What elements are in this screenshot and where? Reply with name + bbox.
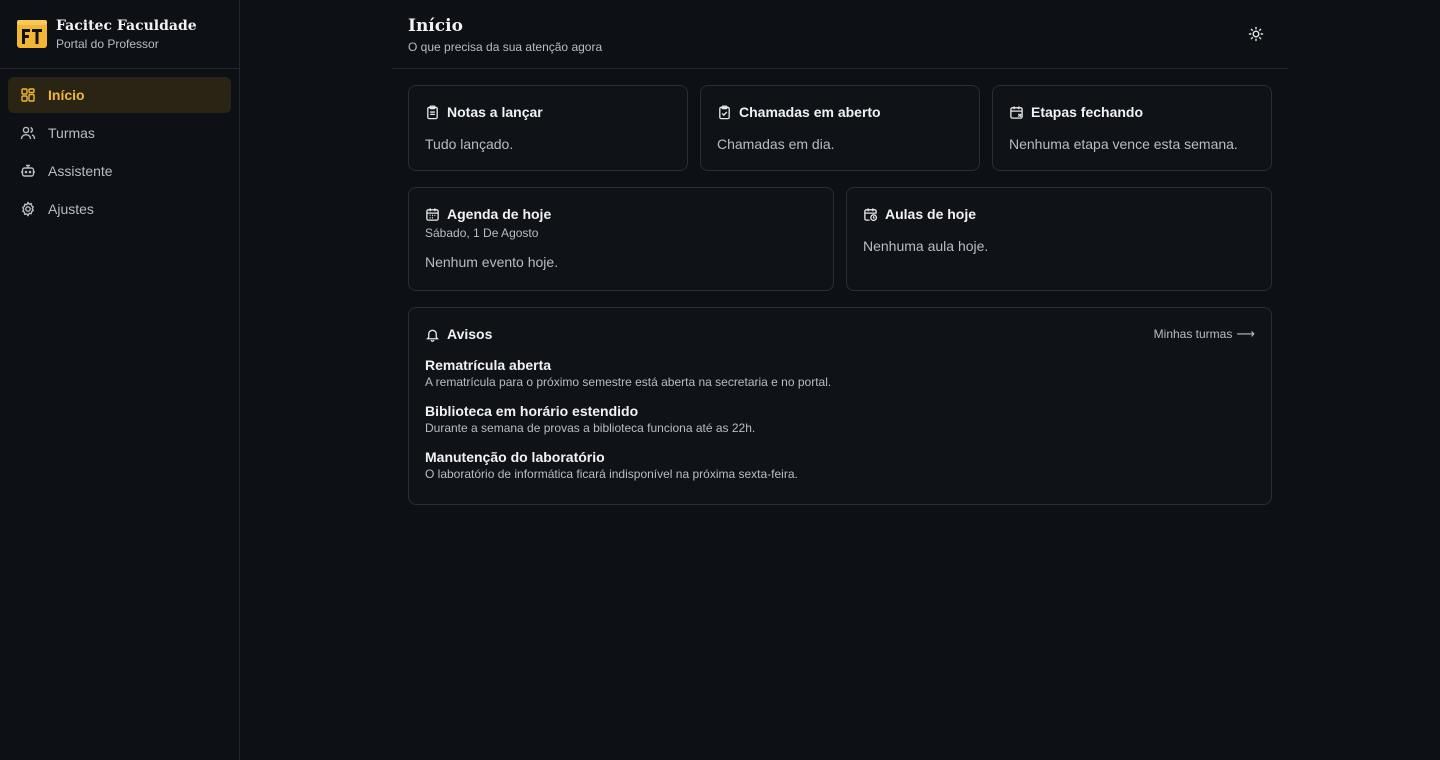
dashboard-grid: Notas a lançar Tudo lançado. Chamadas em… xyxy=(392,69,1288,521)
card-title: Agenda de hoje xyxy=(447,206,552,222)
bot-icon xyxy=(21,164,35,177)
sidebar-item-label: Início xyxy=(48,87,85,103)
theme-toggle-button[interactable] xyxy=(1240,18,1272,50)
grid-icon xyxy=(21,88,35,102)
card-body: Nenhuma aula hoje. xyxy=(863,238,989,254)
aviso-item[interactable]: Biblioteca em horário estendido Durante … xyxy=(425,402,1255,436)
aviso-item[interactable]: Manutenção do laboratório O laboratório … xyxy=(425,448,1255,482)
card-body: Nenhum evento hoje. xyxy=(425,254,559,270)
content: Início O que precisa da sua atenção agor… xyxy=(392,0,1288,521)
page-subtitle: O que precisa da sua atenção agora xyxy=(408,40,603,54)
card-body: Nenhuma etapa vence esta semana. xyxy=(1009,136,1238,152)
app-root: Facitec Faculdade Portal do Professor In… xyxy=(0,0,1440,760)
calendar-x-icon xyxy=(1010,105,1023,119)
summary-row: Notas a lançar Tudo lançado. Chamadas em… xyxy=(408,85,1272,171)
card-title: Aulas de hoje xyxy=(885,206,977,222)
brand-logo-icon xyxy=(17,20,47,48)
card-etapas[interactable]: Etapas fechando Nenhuma etapa vence esta… xyxy=(992,85,1272,171)
brand-subtitle: Portal do Professor xyxy=(56,36,159,51)
calendar-icon xyxy=(426,207,439,221)
card-body: Chamadas em dia. xyxy=(717,136,835,152)
arrow-right-icon: ⟶ xyxy=(1236,326,1255,341)
page-title: Início xyxy=(408,16,463,36)
aviso-item[interactable]: Rematrícula aberta A rematrícula para o … xyxy=(425,356,1255,390)
sidebar-item-label: Ajustes xyxy=(48,201,94,217)
aviso-title: Manutenção do laboratório xyxy=(425,449,605,465)
avisos-title: Avisos xyxy=(447,326,493,342)
card-title: Chamadas em aberto xyxy=(739,104,881,120)
aviso-text: O laboratório de informática ficará indi… xyxy=(425,467,798,481)
users-icon xyxy=(20,126,36,140)
aviso-title: Rematrícula aberta xyxy=(425,357,552,373)
card-aulas[interactable]: Aulas de hoje Nenhuma aula hoje. xyxy=(846,187,1272,291)
card-date: Sábado, 1 De Agosto xyxy=(425,226,539,240)
sidebar: Facitec Faculdade Portal do Professor In… xyxy=(0,0,240,760)
aviso-text: Durante a semana de provas a biblioteca … xyxy=(425,421,756,435)
clipboard-icon xyxy=(427,104,438,119)
card-chamadas[interactable]: Chamadas em aberto Chamadas em dia. xyxy=(700,85,980,171)
calendar-clock-icon xyxy=(864,207,878,221)
brand[interactable]: Facitec Faculdade Portal do Professor xyxy=(0,0,239,69)
sidebar-item-inicio[interactable]: Início xyxy=(8,77,231,113)
sidebar-item-assistente[interactable]: Assistente xyxy=(8,153,231,189)
card-body: Tudo lançado. xyxy=(425,136,514,152)
link-label: Minhas turmas xyxy=(1153,327,1233,341)
card-notas[interactable]: Notas a lançar Tudo lançado. xyxy=(408,85,688,171)
clipboard-check-icon xyxy=(719,104,730,119)
brand-name: Facitec Faculdade xyxy=(56,17,197,34)
sidebar-item-label: Assistente xyxy=(48,163,113,179)
avisos-card: Avisos Minhas turmas ⟶ Rematrícula abert… xyxy=(408,307,1272,505)
sidebar-item-label: Turmas xyxy=(48,125,95,141)
sidebar-nav: Início Turmas Assistente Ajustes xyxy=(0,69,239,237)
page-header: Início O que precisa da sua atenção agor… xyxy=(392,0,1288,69)
today-row: Agenda de hoje Sábado, 1 De Agosto Nenhu… xyxy=(408,187,1272,291)
main: Início O que precisa da sua atenção agor… xyxy=(240,0,1440,760)
sidebar-item-turmas[interactable]: Turmas xyxy=(8,115,231,151)
sidebar-item-ajustes[interactable]: Ajustes xyxy=(8,191,231,227)
minhas-turmas-link[interactable]: Minhas turmas ⟶ xyxy=(1154,326,1255,342)
sun-icon xyxy=(1248,26,1264,42)
card-agenda[interactable]: Agenda de hoje Sábado, 1 De Agosto Nenhu… xyxy=(408,187,834,291)
aviso-title: Biblioteca em horário estendido xyxy=(425,403,639,419)
bell-icon xyxy=(426,329,439,342)
card-title: Etapas fechando xyxy=(1031,104,1144,120)
gear-icon xyxy=(21,201,35,217)
card-title: Notas a lançar xyxy=(447,104,543,120)
aviso-text: A rematrícula para o próximo semestre es… xyxy=(425,375,832,389)
